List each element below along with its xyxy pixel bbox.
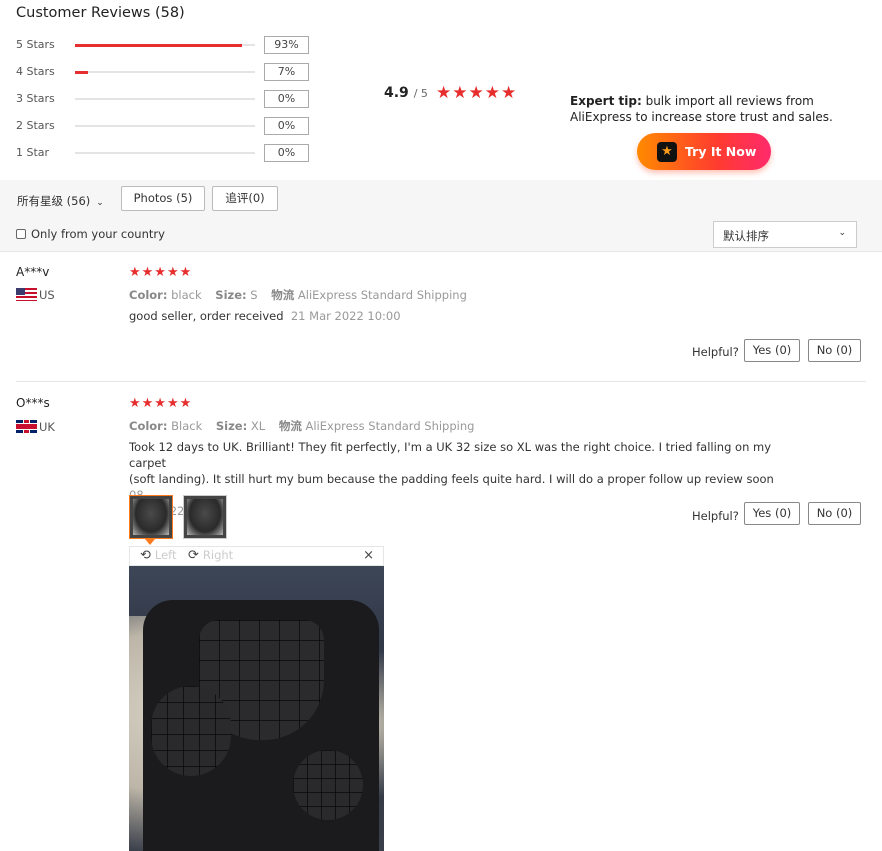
color-value: Black [171, 419, 203, 433]
score-out-of: / 5 [413, 87, 428, 100]
active-thumbnail-caret [145, 539, 155, 545]
helpful-yes-button[interactable]: Yes (0) [744, 339, 800, 362]
rating-percent: 7% [264, 63, 309, 81]
expert-tip-label: Expert tip: [570, 94, 642, 108]
review-photo-thumbnail[interactable] [129, 495, 173, 539]
shipping-key: 物流 [271, 288, 295, 302]
review-text: good seller, order received 21 Mar 2022 … [129, 308, 401, 324]
chevron-down-icon: ⌄ [838, 228, 846, 238]
us-flag-icon [16, 288, 37, 301]
rating-filter-dropdown[interactable]: 所有星级 (56) ⌄ [17, 193, 104, 209]
rating-bar [75, 70, 255, 74]
reviewer-name: A***v [16, 265, 50, 279]
filter-bar: 所有星级 (56) ⌄ Photos (5) 追评(0) Only from yo… [0, 180, 882, 252]
rating-row-4[interactable]: 4 Stars 7% [16, 63, 316, 81]
size-value: XL [250, 419, 266, 433]
rotate-right-icon: ⟳ [188, 548, 199, 563]
reviewer-name: O***s [16, 396, 50, 410]
color-key: Color: [129, 288, 168, 302]
helpful-yes-button[interactable]: Yes (0) [744, 502, 800, 525]
rating-bar-fill [75, 43, 243, 47]
rating-bar [75, 125, 255, 127]
rating-bar-fill [75, 70, 88, 74]
review-body: good seller, order received [129, 309, 284, 323]
review-body-line: Took 12 days to UK. Brilliant! They fit … [129, 440, 772, 470]
photo-viewer-toolbar: ⟲ Left ⟳ Right × [129, 546, 384, 566]
helpful-no-button[interactable]: No (0) [808, 502, 861, 525]
rating-bar [75, 43, 255, 47]
helpful-label: Helpful? [692, 345, 739, 359]
helpful-no-button[interactable]: No (0) [808, 339, 861, 362]
review-sku-info: Color: Black Size: XL 物流 AliExpress Stan… [129, 418, 474, 434]
sort-dropdown[interactable]: 默认排序 ⌄ [713, 221, 857, 248]
rating-label: 5 Stars [16, 38, 55, 51]
rating-label: 1 Star [16, 146, 50, 159]
uk-flag-icon [16, 420, 37, 433]
score-value: 4.9 [384, 85, 409, 101]
country-filter-label: Only from your country [31, 227, 165, 241]
rotate-left-button[interactable]: ⟲ Left [140, 548, 177, 563]
review-divider [16, 381, 866, 382]
average-score: 4.9 / 5 [384, 85, 428, 101]
app-logo-icon: ★ [657, 142, 677, 162]
size-value: S [250, 288, 258, 302]
photos-filter-button[interactable]: Photos (5) [121, 186, 205, 211]
rotate-left-icon: ⟲ [140, 548, 151, 563]
reviewer-country: UK [16, 420, 55, 434]
country-code: UK [39, 420, 55, 434]
size-key: Size: [215, 419, 248, 433]
review-sku-info: Color: black Size: S 物流 AliExpress Stand… [129, 287, 467, 303]
average-star-icons: ★★★★★ [436, 83, 518, 103]
color-value: black [171, 288, 202, 302]
try-it-now-button[interactable]: ★ Try It Now [637, 133, 771, 170]
helpful-label: Helpful? [692, 509, 739, 523]
rating-row-1[interactable]: 1 Star 0% [16, 144, 316, 162]
size-key: Size: [215, 288, 247, 302]
expert-tip: Expert tip: bulk import all reviews from… [570, 93, 860, 125]
review-date: 21 Mar 2022 10:00 [290, 309, 401, 323]
rating-label: 2 Stars [16, 119, 55, 132]
rating-row-2[interactable]: 2 Stars 0% [16, 117, 316, 135]
country-code: US [39, 288, 55, 302]
sort-label: 默认排序 [723, 229, 769, 243]
rating-percent: 93% [264, 36, 309, 54]
rating-filter-label: 所有星级 (56) [17, 194, 91, 208]
review-star-icons: ★★★★★ [129, 396, 193, 411]
rating-percent: 0% [264, 144, 309, 162]
shipping-key: 物流 [278, 419, 302, 433]
page-title: Customer Reviews (58) [16, 5, 185, 21]
checkbox-icon[interactable] [16, 229, 26, 239]
review-photo-large [129, 566, 384, 851]
rating-percent: 0% [264, 117, 309, 135]
reviewer-country: US [16, 288, 55, 302]
shipping-value: AliExpress Standard Shipping [297, 288, 467, 302]
rating-bar [75, 152, 255, 154]
rating-label: 4 Stars [16, 65, 55, 78]
rating-label: 3 Stars [16, 92, 55, 105]
try-it-now-label: Try It Now [685, 144, 757, 159]
rating-row-3[interactable]: 3 Stars 0% [16, 90, 316, 108]
country-filter-checkbox[interactable]: Only from your country [16, 227, 165, 241]
review-star-icons: ★★★★★ [129, 265, 193, 280]
rotate-right-button[interactable]: ⟳ Right [188, 548, 233, 563]
review-photo-thumbnail[interactable] [183, 495, 227, 539]
rating-bar [75, 98, 255, 100]
close-icon[interactable]: × [363, 548, 374, 563]
color-key: Color: [129, 419, 168, 433]
rating-percent: 0% [264, 90, 309, 108]
chevron-down-icon: ⌄ [96, 198, 104, 208]
followup-filter-button[interactable]: 追评(0) [212, 186, 278, 211]
rating-row-5[interactable]: 5 Stars 93% [16, 36, 316, 54]
shipping-value: AliExpress Standard Shipping [305, 419, 475, 433]
